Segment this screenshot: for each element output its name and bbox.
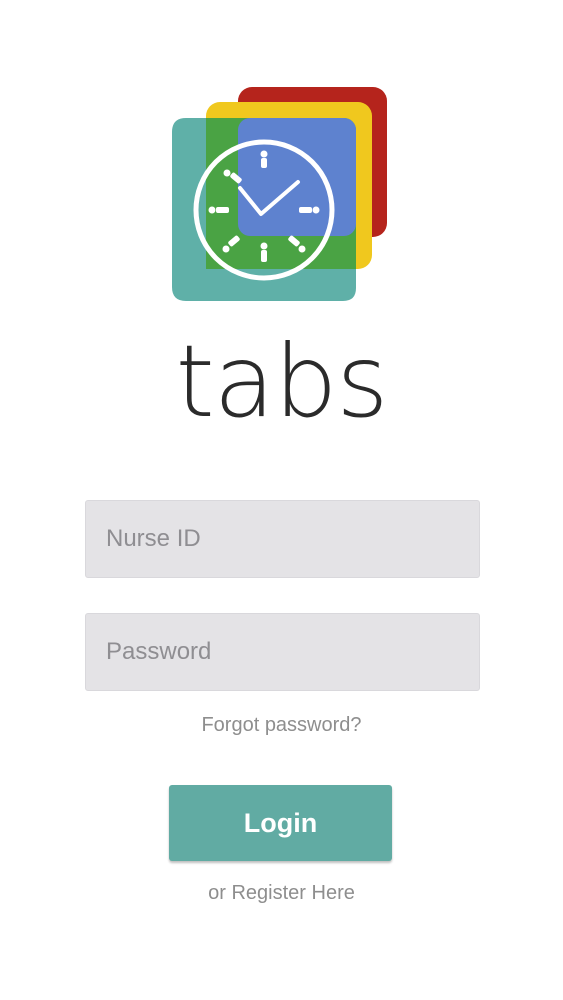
nurse-id-input[interactable] bbox=[85, 500, 480, 578]
clock-people-logo-icon bbox=[172, 87, 387, 301]
app-logo bbox=[160, 78, 400, 318]
login-button[interactable]: Login bbox=[169, 785, 392, 861]
register-link[interactable]: or Register Here bbox=[0, 882, 563, 905]
forgot-password-link[interactable]: Forgot password? bbox=[0, 714, 563, 737]
app-wordmark: tabs bbox=[175, 323, 388, 440]
password-input[interactable] bbox=[85, 613, 480, 691]
